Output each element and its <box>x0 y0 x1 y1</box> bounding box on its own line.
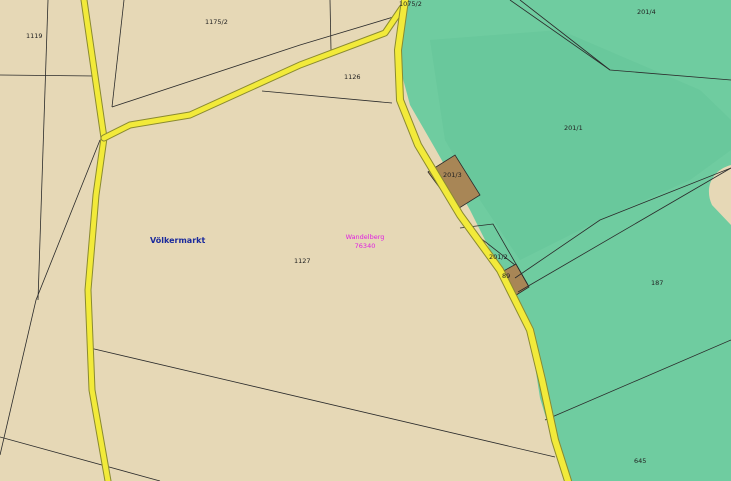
parcel-label-1119: 1119 <box>26 32 43 40</box>
parcel-label-645: 645 <box>634 457 646 465</box>
parcel-label-201-4: 201/4 <box>637 8 656 16</box>
parcel-label-1126: 1126 <box>344 73 361 81</box>
parcel-label-89: 89 <box>502 272 510 280</box>
parcel-label-1075-2: 1075/2 <box>399 0 422 8</box>
map-canvas[interactable]: 1119 1175/2 1075/2 201/4 1126 201/1 201/… <box>0 0 731 481</box>
parcel-label-187: 187 <box>651 279 663 287</box>
parcel-label-201-2: 201/2 <box>489 253 508 261</box>
cadastral-community-code: 76340 <box>355 242 376 250</box>
parcel-label-201-1: 201/1 <box>564 124 583 132</box>
cadastral-community-name: Wandelberg <box>346 233 385 241</box>
place-label-voelkermarkt: Völkermarkt <box>150 236 205 245</box>
cadastral-map[interactable]: 1119 1175/2 1075/2 201/4 1126 201/1 201/… <box>0 0 731 481</box>
parcel-label-201-3: 201/3 <box>443 171 462 179</box>
parcel-label-1175-2: 1175/2 <box>205 18 228 26</box>
parcel-label-1127: 1127 <box>294 257 311 265</box>
